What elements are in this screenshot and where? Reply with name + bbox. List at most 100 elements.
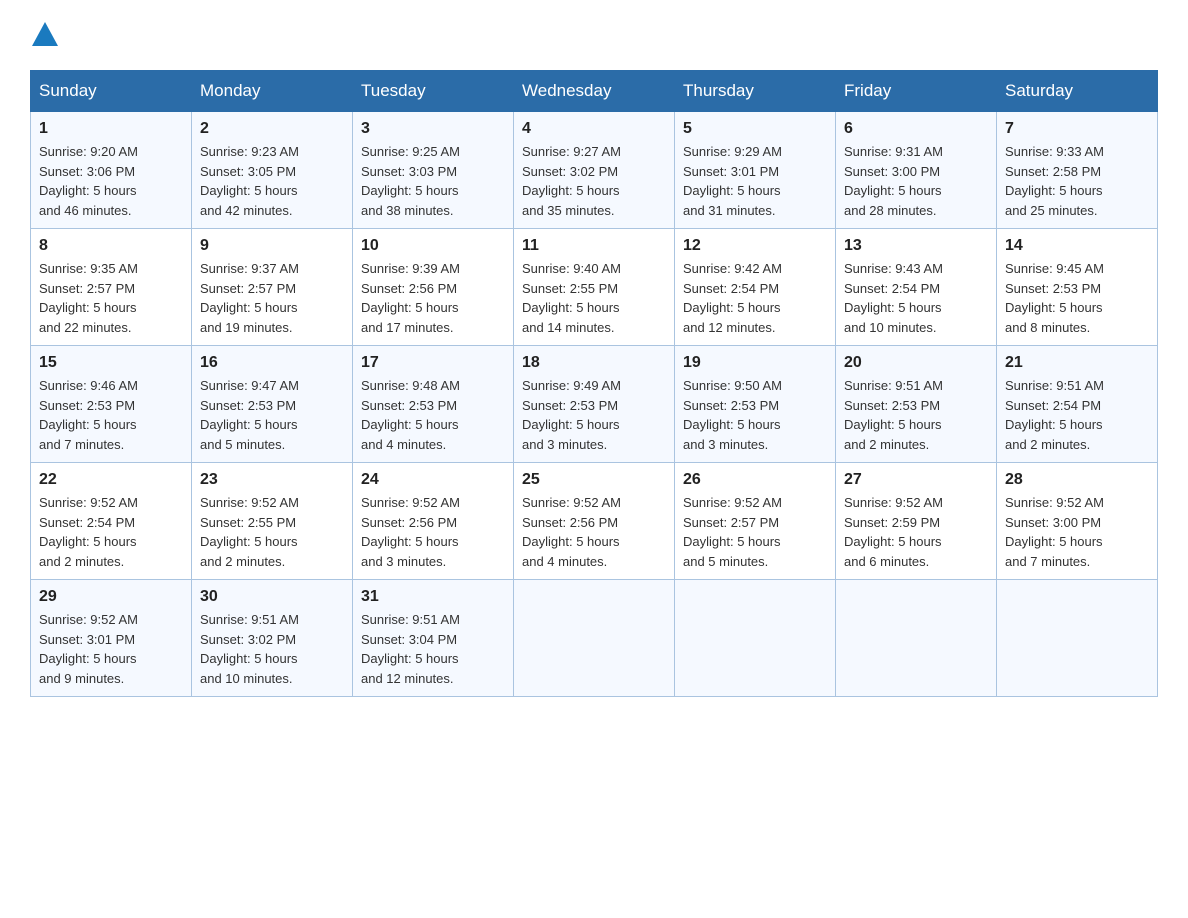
day-number: 8 (39, 237, 183, 255)
day-info: Sunrise: 9:31 AMSunset: 3:00 PMDaylight:… (844, 142, 988, 220)
calendar-week-row: 29 Sunrise: 9:52 AMSunset: 3:01 PMDayligh… (31, 580, 1158, 697)
calendar-cell: 29 Sunrise: 9:52 AMSunset: 3:01 PMDayligh… (31, 580, 192, 697)
logo (30, 20, 60, 50)
day-info: Sunrise: 9:35 AMSunset: 2:57 PMDaylight:… (39, 259, 183, 337)
column-header-saturday: Saturday (997, 71, 1158, 112)
calendar-cell (836, 580, 997, 697)
day-info: Sunrise: 9:52 AMSunset: 2:55 PMDaylight:… (200, 493, 344, 571)
calendar-cell: 22 Sunrise: 9:52 AMSunset: 2:54 PMDayligh… (31, 463, 192, 580)
column-header-sunday: Sunday (31, 71, 192, 112)
day-info: Sunrise: 9:33 AMSunset: 2:58 PMDaylight:… (1005, 142, 1149, 220)
calendar-cell: 18Sunrise: 9:49 AMSunset: 2:53 PMDayligh… (514, 346, 675, 463)
day-info: Sunrise: 9:23 AMSunset: 3:05 PMDaylight:… (200, 142, 344, 220)
day-number: 24 (361, 471, 505, 489)
day-info: Sunrise: 9:27 AMSunset: 3:02 PMDaylight:… (522, 142, 666, 220)
day-info: Sunrise: 9:45 AMSunset: 2:53 PMDaylight:… (1005, 259, 1149, 337)
day-number: 3 (361, 120, 505, 138)
day-info: Sunrise: 9:52 AMSunset: 2:54 PMDaylight:… (39, 493, 183, 571)
day-info: Sunrise: 9:52 AMSunset: 2:56 PMDaylight:… (522, 493, 666, 571)
calendar-cell: 5 Sunrise: 9:29 AMSunset: 3:01 PMDaylight… (675, 112, 836, 229)
day-number: 12 (683, 237, 827, 255)
calendar-cell: 11 Sunrise: 9:40 AMSunset: 2:55 PMDayligh… (514, 229, 675, 346)
day-info: Sunrise: 9:46 AMSunset: 2:53 PMDaylight:… (39, 376, 183, 454)
calendar-header-row: SundayMondayTuesdayWednesdayThursdayFrid… (31, 71, 1158, 112)
calendar-cell: 23 Sunrise: 9:52 AMSunset: 2:55 PMDayligh… (192, 463, 353, 580)
day-info: Sunrise: 9:52 AMSunset: 3:01 PMDaylight:… (39, 610, 183, 688)
calendar-cell: 30Sunrise: 9:51 AMSunset: 3:02 PMDayligh… (192, 580, 353, 697)
calendar-week-row: 1Sunrise: 9:20 AMSunset: 3:06 PMDaylight… (31, 112, 1158, 229)
calendar-cell: 6 Sunrise: 9:31 AMSunset: 3:00 PMDaylight… (836, 112, 997, 229)
day-number: 10 (361, 237, 505, 255)
day-info: Sunrise: 9:51 AMSunset: 3:02 PMDaylight:… (200, 610, 344, 688)
day-number: 15 (39, 354, 183, 372)
column-header-monday: Monday (192, 71, 353, 112)
day-info: Sunrise: 9:52 AMSunset: 2:56 PMDaylight:… (361, 493, 505, 571)
day-number: 11 (522, 237, 666, 255)
calendar-table: SundayMondayTuesdayWednesdayThursdayFrid… (30, 70, 1158, 697)
day-number: 25 (522, 471, 666, 489)
calendar-cell (997, 580, 1158, 697)
day-info: Sunrise: 9:39 AMSunset: 2:56 PMDaylight:… (361, 259, 505, 337)
calendar-cell: 16Sunrise: 9:47 AMSunset: 2:53 PMDayligh… (192, 346, 353, 463)
calendar-cell: 2 Sunrise: 9:23 AMSunset: 3:05 PMDaylight… (192, 112, 353, 229)
day-info: Sunrise: 9:50 AMSunset: 2:53 PMDaylight:… (683, 376, 827, 454)
day-number: 2 (200, 120, 344, 138)
calendar-cell: 10 Sunrise: 9:39 AMSunset: 2:56 PMDayligh… (353, 229, 514, 346)
calendar-cell: 28 Sunrise: 9:52 AMSunset: 3:00 PMDayligh… (997, 463, 1158, 580)
column-header-wednesday: Wednesday (514, 71, 675, 112)
calendar-cell: 25 Sunrise: 9:52 AMSunset: 2:56 PMDayligh… (514, 463, 675, 580)
day-info: Sunrise: 9:51 AMSunset: 2:54 PMDaylight:… (1005, 376, 1149, 454)
calendar-week-row: 15 Sunrise: 9:46 AMSunset: 2:53 PMDayligh… (31, 346, 1158, 463)
day-info: Sunrise: 9:47 AMSunset: 2:53 PMDaylight:… (200, 376, 344, 454)
day-info: Sunrise: 9:37 AMSunset: 2:57 PMDaylight:… (200, 259, 344, 337)
calendar-cell: 20 Sunrise: 9:51 AMSunset: 2:53 PMDayligh… (836, 346, 997, 463)
day-number: 21 (1005, 354, 1149, 372)
page-header (30, 20, 1158, 50)
day-number: 27 (844, 471, 988, 489)
calendar-cell: 21 Sunrise: 9:51 AMSunset: 2:54 PMDayligh… (997, 346, 1158, 463)
calendar-cell: 8 Sunrise: 9:35 AMSunset: 2:57 PMDaylight… (31, 229, 192, 346)
day-info: Sunrise: 9:52 AMSunset: 2:57 PMDaylight:… (683, 493, 827, 571)
day-number: 29 (39, 588, 183, 606)
calendar-cell: 4 Sunrise: 9:27 AMSunset: 3:02 PMDaylight… (514, 112, 675, 229)
calendar-cell: 17 Sunrise: 9:48 AMSunset: 2:53 PMDayligh… (353, 346, 514, 463)
day-number: 14 (1005, 237, 1149, 255)
day-number: 22 (39, 471, 183, 489)
calendar-cell: 3Sunrise: 9:25 AMSunset: 3:03 PMDaylight… (353, 112, 514, 229)
calendar-cell: 7 Sunrise: 9:33 AMSunset: 2:58 PMDaylight… (997, 112, 1158, 229)
day-number: 4 (522, 120, 666, 138)
day-number: 9 (200, 237, 344, 255)
calendar-cell: 31Sunrise: 9:51 AMSunset: 3:04 PMDayligh… (353, 580, 514, 697)
column-header-friday: Friday (836, 71, 997, 112)
day-number: 6 (844, 120, 988, 138)
day-number: 28 (1005, 471, 1149, 489)
day-info: Sunrise: 9:43 AMSunset: 2:54 PMDaylight:… (844, 259, 988, 337)
day-number: 7 (1005, 120, 1149, 138)
day-number: 17 (361, 354, 505, 372)
day-info: Sunrise: 9:20 AMSunset: 3:06 PMDaylight:… (39, 142, 183, 220)
day-info: Sunrise: 9:51 AMSunset: 3:04 PMDaylight:… (361, 610, 505, 688)
day-number: 26 (683, 471, 827, 489)
day-number: 5 (683, 120, 827, 138)
day-info: Sunrise: 9:48 AMSunset: 2:53 PMDaylight:… (361, 376, 505, 454)
calendar-cell: 26 Sunrise: 9:52 AMSunset: 2:57 PMDayligh… (675, 463, 836, 580)
day-info: Sunrise: 9:49 AMSunset: 2:53 PMDaylight:… (522, 376, 666, 454)
calendar-cell (675, 580, 836, 697)
day-number: 20 (844, 354, 988, 372)
day-number: 19 (683, 354, 827, 372)
calendar-cell: 24 Sunrise: 9:52 AMSunset: 2:56 PMDayligh… (353, 463, 514, 580)
day-info: Sunrise: 9:51 AMSunset: 2:53 PMDaylight:… (844, 376, 988, 454)
day-info: Sunrise: 9:40 AMSunset: 2:55 PMDaylight:… (522, 259, 666, 337)
day-info: Sunrise: 9:42 AMSunset: 2:54 PMDaylight:… (683, 259, 827, 337)
day-info: Sunrise: 9:29 AMSunset: 3:01 PMDaylight:… (683, 142, 827, 220)
day-number: 23 (200, 471, 344, 489)
logo-icon (30, 20, 60, 50)
day-info: Sunrise: 9:52 AMSunset: 2:59 PMDaylight:… (844, 493, 988, 571)
column-header-tuesday: Tuesday (353, 71, 514, 112)
calendar-cell: 14 Sunrise: 9:45 AMSunset: 2:53 PMDayligh… (997, 229, 1158, 346)
day-info: Sunrise: 9:52 AMSunset: 3:00 PMDaylight:… (1005, 493, 1149, 571)
calendar-cell: 9 Sunrise: 9:37 AMSunset: 2:57 PMDaylight… (192, 229, 353, 346)
calendar-cell: 12 Sunrise: 9:42 AMSunset: 2:54 PMDayligh… (675, 229, 836, 346)
calendar-week-row: 22 Sunrise: 9:52 AMSunset: 2:54 PMDayligh… (31, 463, 1158, 580)
calendar-cell: 19 Sunrise: 9:50 AMSunset: 2:53 PMDayligh… (675, 346, 836, 463)
